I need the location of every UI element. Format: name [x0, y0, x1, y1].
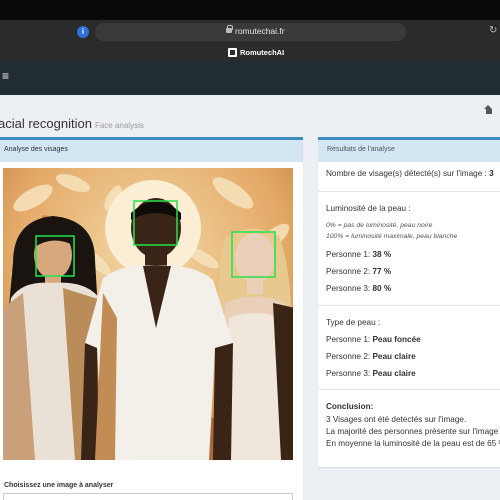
menu-icon[interactable]: ≡ [2, 69, 9, 83]
person-value: 80 % [372, 284, 392, 293]
divider [318, 389, 500, 390]
skin-type-person: Personne 3: Peau claire [326, 369, 416, 378]
app-navbar: ≡ [0, 61, 500, 95]
results-panel-title: Résultats de l'analyse [318, 140, 500, 162]
lock-icon [226, 25, 233, 33]
conclusion-line: La majorité des personnes présente sur l… [326, 427, 499, 436]
divider [318, 305, 500, 306]
skin-type-heading: Type de peau : [326, 318, 381, 327]
luminosity-heading: Luminosité de la peau : [326, 204, 411, 213]
person-label: Personne 2: [326, 267, 373, 276]
luminosity-note-min: 0% = pas de luminosité, peau noire [326, 222, 433, 229]
divider [318, 191, 500, 192]
faces-count-line: Nombre de visage(s) détecté(s) sur l'ima… [326, 169, 494, 178]
photo-illustration [3, 168, 293, 460]
faces-count-value: 3 [489, 169, 494, 178]
home-icon[interactable] [484, 105, 493, 115]
faces-count-label: Nombre de visage(s) détecté(s) sur l'ima… [326, 169, 490, 178]
browser-address-bar: i romutechai.fr ↻ [0, 20, 500, 44]
analyzed-photo [3, 168, 293, 460]
conclusion-heading: Conclusion: [326, 402, 373, 411]
shield-icon[interactable]: i [77, 26, 89, 38]
analysis-panel-title: Analyse des visages [0, 140, 303, 162]
person-value: 38 % [372, 250, 392, 259]
page-title: acial recognition Face analysis [0, 116, 144, 131]
reload-icon[interactable]: ↻ [489, 25, 497, 36]
person-value: 77 % [372, 267, 392, 276]
url-field[interactable]: romutechai.fr ↻ [95, 23, 497, 41]
luminosity-person: Personne 2: 77 % [326, 267, 391, 276]
window-top-bar [0, 0, 500, 20]
skin-type-person: Personne 1: Peau foncée [326, 335, 421, 344]
conclusion-line: En moyenne la luminosité de la peau est … [326, 439, 500, 448]
url-text: romutechai.fr [235, 26, 285, 36]
tab-title: RomutechAI [240, 48, 285, 57]
browser-tab[interactable]: RomutechAI [0, 44, 500, 61]
file-input[interactable] [3, 493, 293, 500]
skin-type-person: Personne 2: Peau claire [326, 352, 416, 361]
favicon-icon [228, 48, 237, 57]
person-label: Personne 2: [326, 352, 373, 361]
person-value: Peau claire [372, 352, 416, 361]
person-label: Personne 3: [326, 369, 373, 378]
person-label: Personne 1: [326, 250, 373, 259]
person-label: Personne 3: [326, 284, 373, 293]
page-subtitle: Face analysis [94, 121, 144, 130]
page-title-text: acial recognition [0, 116, 92, 131]
luminosity-person: Personne 3: 80 % [326, 284, 391, 293]
luminosity-note-max: 100% = luminosité maximale, peau blanche [326, 233, 458, 240]
person-value: Peau foncée [372, 335, 421, 344]
person-value: Peau claire [372, 369, 416, 378]
person-label: Personne 1: [326, 335, 373, 344]
conclusion-heading-text: Conclusion: [326, 402, 374, 411]
luminosity-person: Personne 1: 38 % [326, 250, 391, 259]
upload-label: Choisissez une image à analyser [4, 482, 114, 489]
conclusion-line: 3 Visages ont été detectés sur l'image. [326, 415, 467, 424]
